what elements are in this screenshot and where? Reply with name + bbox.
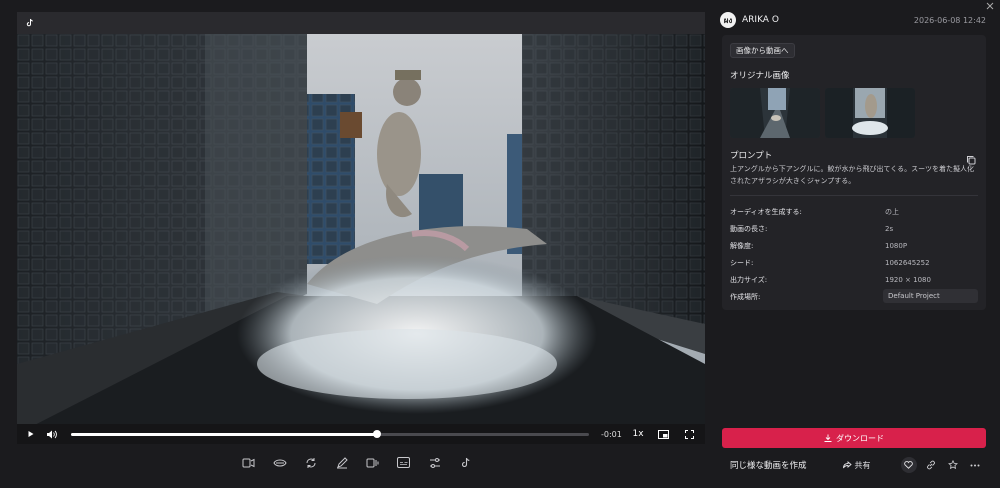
meta-label: 作成場所:	[730, 293, 761, 301]
picture-in-picture-icon[interactable]	[653, 424, 673, 444]
meta-row-duration: 動画の長さ: 2s	[730, 223, 980, 235]
meta-row-project: 作成場所: Default Project	[730, 289, 980, 303]
star-icon[interactable]	[945, 457, 961, 473]
username[interactable]: ARIKA O	[742, 15, 779, 25]
player-controls: -0:01 1x	[17, 424, 705, 444]
meta-label: 出力サイズ:	[730, 276, 768, 284]
volume-icon[interactable]	[41, 424, 61, 444]
meta-label: シード:	[730, 259, 754, 267]
generation-details-panel: 画像から動画へ オリジナル画像 プロンプト 上アングルから下アングルに。鮫が水か…	[722, 35, 986, 310]
video-detail-page: -0:01 1x ผง ARIKA O 2026-06-08 12:42 画像か…	[0, 0, 1000, 488]
adjust-icon[interactable]	[426, 454, 443, 471]
original-image-title: オリジナル画像	[730, 71, 790, 81]
copy-icon[interactable]	[966, 150, 976, 165]
tiktok-icon	[23, 18, 37, 32]
meta-row-resolution: 解像度: 1080P	[730, 240, 980, 252]
edit-icon[interactable]	[333, 454, 350, 471]
original-image-thumbnail-2[interactable]	[825, 88, 915, 138]
subtitle-icon[interactable]	[395, 454, 412, 471]
prompt-title: プロンプト	[730, 151, 773, 161]
meta-label: オーディオを生成する:	[730, 208, 802, 216]
close-icon[interactable]	[986, 2, 994, 13]
download-label: ダウンロード	[836, 433, 884, 443]
avatar[interactable]: ผง	[720, 12, 736, 28]
meta-row-output-size: 出力サイズ: 1920 × 1080	[730, 274, 980, 286]
progress-fill	[71, 432, 377, 436]
download-icon	[824, 434, 832, 442]
meta-label: 動画の長さ:	[730, 225, 768, 233]
meta-value: 1062645252	[885, 259, 930, 267]
progress-knob[interactable]	[372, 429, 381, 438]
play-icon[interactable]	[21, 424, 41, 444]
video-top-bar	[17, 12, 705, 34]
meta-row-seed: シード: 1062645252	[730, 257, 980, 269]
create-similar-button[interactable]: 同じ様な動画を作成	[730, 459, 807, 471]
loop-icon[interactable]	[302, 454, 319, 471]
share-icon	[842, 461, 852, 469]
project-chip[interactable]: Default Project	[883, 289, 978, 303]
image-to-video-tag[interactable]: 画像から動画へ	[730, 43, 795, 58]
original-image-thumbnail[interactable]	[730, 88, 820, 138]
meta-value: 1920 × 1080	[885, 276, 931, 284]
time-remaining: -0:01	[601, 429, 622, 439]
tiktok-icon[interactable]	[457, 454, 474, 471]
heart-icon	[904, 461, 913, 469]
action-row: 同じ様な動画を作成 共有	[722, 456, 988, 474]
meta-value: 1080P	[885, 242, 908, 250]
created-datetime: 2026-06-08 12:42	[913, 15, 986, 25]
share-button[interactable]: 共有	[842, 460, 871, 471]
lip-sync-icon[interactable]	[271, 454, 288, 471]
meta-row-audio: オーディオを生成する: の上	[730, 206, 980, 218]
prompt-text: 上アングルから下アングルに。鮫が水から飛び出てくる。スーツを着た擬人化されたアザ…	[730, 165, 974, 185]
playback-speed-button[interactable]: 1x	[629, 429, 647, 439]
meta-value: の上	[885, 208, 899, 216]
more-icon[interactable]	[967, 457, 983, 473]
meta-label: 解像度:	[730, 242, 754, 250]
sound-effect-icon[interactable]	[364, 454, 381, 471]
video-player[interactable]	[17, 12, 705, 444]
extend-video-icon[interactable]	[240, 454, 257, 471]
video-frame	[17, 34, 705, 434]
meta-value: 2s	[885, 225, 894, 233]
download-button[interactable]: ダウンロード	[722, 428, 986, 448]
like-button[interactable]	[900, 457, 917, 473]
progress-bar[interactable]	[71, 429, 589, 438]
share-label: 共有	[854, 460, 871, 470]
fullscreen-icon[interactable]	[679, 424, 699, 444]
user-header: ผง ARIKA O 2026-06-08 12:42	[720, 11, 986, 29]
video-tools	[240, 454, 474, 472]
link-icon[interactable]	[923, 457, 939, 473]
divider	[730, 195, 978, 196]
